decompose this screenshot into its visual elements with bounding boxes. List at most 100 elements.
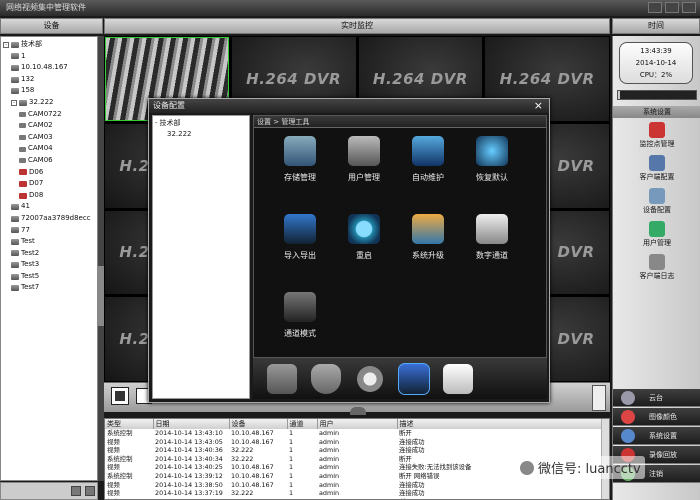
close-window-button[interactable] <box>682 2 696 13</box>
tool-label: 恢复默认 <box>476 173 508 182</box>
tree-item[interactable]: CAM03 <box>3 132 95 144</box>
tree-item[interactable]: Test2 <box>3 248 95 260</box>
log-cell: 1 <box>289 489 294 498</box>
table-row[interactable]: 视频 2014-10-14 13:40:36 32.222 1 admin 连接成功 <box>105 446 609 455</box>
side-button-icon <box>649 254 665 270</box>
dialog-device-tree[interactable]: - 技术部 32.222 <box>152 115 250 399</box>
tree-item[interactable]: - 32.222 <box>3 97 95 109</box>
log-column-header[interactable]: 日期 <box>153 419 230 429</box>
gear-tab-icon[interactable] <box>355 364 385 394</box>
tree-item-label: 技术部 <box>21 40 42 48</box>
tool-item[interactable]: 数字通道 <box>456 214 528 261</box>
dvr-icon <box>11 273 19 280</box>
log-column-header[interactable]: 设备 <box>229 419 288 429</box>
tree-item[interactable]: CAM04 <box>3 143 95 155</box>
table-row[interactable]: 视频 2014-10-14 13:37:19 32.222 1 admin 连接成功 <box>105 489 609 498</box>
tree-item[interactable]: 41 <box>3 201 95 213</box>
tree-item-label: CAM0722 <box>28 109 62 118</box>
tree-item[interactable]: Test <box>3 236 95 248</box>
table-row[interactable]: 系统控制 2014-10-14 13:43:10 10.10.48.167 1 admi… <box>105 429 609 438</box>
tree-item-label: 32.222 <box>29 97 54 106</box>
tool-item[interactable]: 存储管理 <box>264 136 336 183</box>
control-button-label: 图像颜色 <box>649 413 677 421</box>
tree-item[interactable]: 132 <box>3 74 95 86</box>
dialog-tree-device[interactable]: 32.222 <box>155 129 247 140</box>
log-column-header[interactable]: 通道 <box>287 419 318 429</box>
tree-item[interactable]: 77 <box>3 225 95 237</box>
layout-1-button[interactable] <box>111 387 129 405</box>
refresh-icon[interactable] <box>85 486 95 496</box>
tree-item[interactable]: CAM02 <box>3 120 95 132</box>
clock-time: 13:43:39 <box>640 47 672 55</box>
tree-item[interactable]: Test7 <box>3 282 95 294</box>
right-panel: 13:43:39 2014-10-14 CPU：2% 系统设置 监控点管理 客户端… <box>612 36 700 500</box>
control-button[interactable]: 图像颜色 <box>613 408 700 426</box>
control-button-label: 注销 <box>649 470 663 478</box>
tool-item[interactable]: 导入导出 <box>264 214 336 261</box>
checklist-tab-icon[interactable] <box>443 364 473 394</box>
record-tab-icon[interactable] <box>267 364 297 394</box>
minimize-button[interactable] <box>648 2 662 13</box>
dvr-icon <box>11 238 19 245</box>
watermark: 微信号: luancctv <box>516 456 645 479</box>
dialog-close-icon[interactable]: × <box>534 99 543 113</box>
tool-item[interactable]: 通道模式 <box>264 292 336 339</box>
tool-icon <box>412 214 444 244</box>
control-button[interactable]: 系统设置 <box>613 427 700 445</box>
tree-item[interactable]: CAM06 <box>3 155 95 167</box>
log-cell: 1 <box>289 437 294 446</box>
dialog-tree-group[interactable]: - 技术部 <box>155 118 247 129</box>
log-column-header[interactable]: 用户 <box>317 419 398 429</box>
tool-item[interactable]: 系统升级 <box>392 214 464 261</box>
side-button[interactable]: 客户端日志 <box>613 254 700 281</box>
tree-item[interactable]: 158 <box>3 85 95 97</box>
tool-item[interactable]: 恢复默认 <box>456 136 528 183</box>
log-cell: 10.10.48.167 <box>231 463 274 472</box>
log-column-header[interactable]: 描述 <box>397 419 609 429</box>
tree-item[interactable]: 72007aa3789d8ecc <box>3 213 95 225</box>
collapse-icon[interactable]: - <box>3 41 9 48</box>
log-cell: 1 <box>289 454 294 463</box>
maximize-button[interactable] <box>665 2 679 13</box>
tool-label: 用户管理 <box>348 173 380 182</box>
collapse-icon[interactable]: - <box>155 118 158 129</box>
side-button[interactable]: 设备配置 <box>613 188 700 215</box>
log-cell: admin <box>319 463 340 472</box>
tree-toolbar <box>0 482 98 500</box>
tool-icon <box>412 136 444 166</box>
wechat-icon <box>520 460 534 475</box>
tool-item[interactable]: 重启 <box>328 214 400 261</box>
log-column-header[interactable]: 类型 <box>105 419 154 429</box>
app-window: 网络视频集中管理软件 设备 实时监控 时间 - 技术部 1 10.10.48.167 1… <box>0 0 700 500</box>
camera-icon <box>19 135 26 141</box>
tree-item[interactable]: D07 <box>3 178 95 190</box>
side-button[interactable]: 客户端配置 <box>613 155 700 182</box>
shield-tab-icon[interactable] <box>311 364 341 394</box>
tools-tab-icon[interactable] <box>398 363 430 395</box>
collapse-icon[interactable]: - <box>11 99 17 106</box>
table-row[interactable]: 视频 2014-10-14 13:43:05 10.10.48.167 1 admin 连… <box>105 438 609 447</box>
tree-item[interactable]: 1 <box>3 51 95 63</box>
video-cell-label: H.264 DVR <box>499 69 595 88</box>
log-cell: 视频 <box>107 446 120 455</box>
tree-item[interactable]: 10.10.48.167 <box>3 62 95 74</box>
tree-item[interactable]: D08 <box>3 190 95 202</box>
tree-item[interactable]: Test5 <box>3 271 95 283</box>
tree-item[interactable]: - 技术部 <box>3 39 95 51</box>
tree-item[interactable]: Test3 <box>3 259 95 271</box>
side-button[interactable]: 用户管理 <box>613 221 700 248</box>
side-button-label: 监控点管理 <box>639 140 675 148</box>
tool-item[interactable]: 用户管理 <box>328 136 400 183</box>
tool-item[interactable]: 自动维护 <box>392 136 464 183</box>
device-tree[interactable]: - 技术部 1 10.10.48.167 132 158 - 32.222 CAM0722 CAM… <box>0 36 98 481</box>
tree-item[interactable]: CAM0722 <box>3 109 95 121</box>
tree-item[interactable]: D06 <box>3 167 95 179</box>
page-updown-button[interactable] <box>592 385 606 411</box>
side-button[interactable]: 监控点管理 <box>613 122 700 149</box>
control-button[interactable]: 云台 <box>613 389 700 407</box>
panel-toggle-handle[interactable] <box>350 407 366 415</box>
search-icon[interactable] <box>71 486 81 496</box>
table-row[interactable]: 视频 2014-10-14 13:38:50 10.10.48.167 1 admin 连… <box>105 481 609 490</box>
tool-icon <box>284 136 316 166</box>
control-button-label: 系统设置 <box>649 432 677 440</box>
